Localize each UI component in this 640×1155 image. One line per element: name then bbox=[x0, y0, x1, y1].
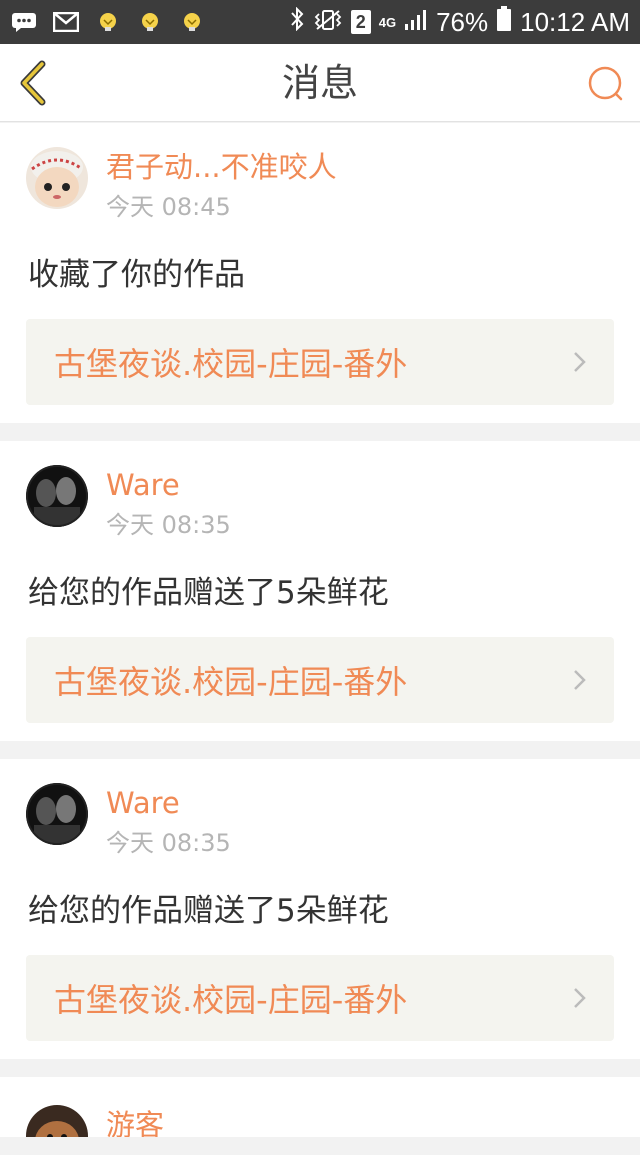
work-title: 古堡夜谈.校园-庄园-番外 bbox=[54, 663, 408, 701]
vibrate-icon bbox=[313, 7, 343, 38]
message-card: 君子动...不准咬人 今天 08:45 收藏了你的作品 古堡夜谈.校园-庄园-番… bbox=[0, 123, 640, 423]
mail-icon bbox=[52, 9, 80, 35]
message-action: 收藏了你的作品 bbox=[28, 257, 245, 293]
search-icon bbox=[588, 66, 623, 101]
timestamp: 今天 08:35 bbox=[106, 511, 231, 539]
message-header: 君子动...不准咬人 今天 08:45 bbox=[26, 147, 614, 243]
avatar[interactable] bbox=[26, 465, 88, 527]
app-notification-icon bbox=[136, 9, 164, 35]
username[interactable]: Ware bbox=[106, 465, 231, 505]
search-button[interactable] bbox=[586, 64, 626, 104]
work-title: 古堡夜谈.校园-庄园-番外 bbox=[54, 345, 408, 383]
message-meta: Ware 今天 08:35 bbox=[106, 465, 231, 545]
message-card: Ware 今天 08:35 给您的作品赠送了5朵鲜花 古堡夜谈.校园-庄园-番外 bbox=[0, 441, 640, 741]
status-bar: 2 4G 76% 10:12 AM bbox=[0, 0, 640, 44]
clock: 10:12 AM bbox=[520, 6, 630, 37]
sim-badge: 2 bbox=[350, 10, 371, 34]
chevron-left-icon bbox=[20, 60, 46, 106]
work-link[interactable]: 古堡夜谈.校园-庄园-番外 bbox=[26, 319, 614, 405]
message-meta: Ware 今天 08:35 bbox=[106, 783, 231, 863]
avatar[interactable] bbox=[26, 1105, 88, 1137]
message-meta: 游客 bbox=[106, 1105, 164, 1137]
battery-icon bbox=[496, 5, 512, 39]
work-title: 古堡夜谈.校园-庄园-番外 bbox=[54, 981, 408, 1019]
nav-bar: 消息 bbox=[0, 44, 640, 122]
page-title: 消息 bbox=[281, 61, 358, 105]
message-header: Ware 今天 08:35 bbox=[26, 783, 614, 879]
message-header: 游客 bbox=[26, 1105, 614, 1137]
chat-bubble-icon bbox=[10, 9, 38, 35]
chevron-right-icon bbox=[574, 988, 586, 1008]
message-card: Ware 今天 08:35 给您的作品赠送了5朵鲜花 古堡夜谈.校园-庄园-番外 bbox=[0, 759, 640, 1059]
avatar[interactable] bbox=[26, 147, 88, 209]
work-link[interactable]: 古堡夜谈.校园-庄园-番外 bbox=[26, 637, 614, 723]
username[interactable]: 君子动...不准咬人 bbox=[106, 147, 337, 187]
username[interactable]: Ware bbox=[106, 783, 231, 823]
bluetooth-icon bbox=[289, 6, 305, 38]
message-action: 给您的作品赠送了5朵鲜花 bbox=[28, 893, 389, 929]
avatar[interactable] bbox=[26, 783, 88, 845]
app-notification-icon bbox=[94, 9, 122, 35]
system-icons: 2 4G 76% 10:12 AM bbox=[289, 5, 630, 39]
timestamp: 今天 08:45 bbox=[106, 193, 231, 221]
back-button[interactable] bbox=[14, 60, 58, 106]
timestamp: 今天 08:35 bbox=[106, 829, 231, 857]
notification-icons bbox=[10, 9, 206, 35]
chevron-right-icon bbox=[574, 352, 586, 372]
message-meta: 君子动...不准咬人 今天 08:45 bbox=[106, 147, 337, 227]
message-list: 君子动...不准咬人 今天 08:45 收藏了你的作品 古堡夜谈.校园-庄园-番… bbox=[0, 123, 640, 1155]
signal-icon bbox=[404, 7, 428, 38]
app-notification-icon bbox=[178, 9, 206, 35]
work-link[interactable]: 古堡夜谈.校园-庄园-番外 bbox=[26, 955, 614, 1041]
username[interactable]: 游客 bbox=[106, 1105, 164, 1137]
chevron-right-icon bbox=[574, 670, 586, 690]
battery-percent: 76% bbox=[436, 6, 489, 37]
message-header: Ware 今天 08:35 bbox=[26, 465, 614, 561]
network-type-label: 4G bbox=[378, 14, 397, 30]
message-action: 给您的作品赠送了5朵鲜花 bbox=[28, 575, 389, 611]
message-card: 游客 bbox=[0, 1077, 640, 1137]
